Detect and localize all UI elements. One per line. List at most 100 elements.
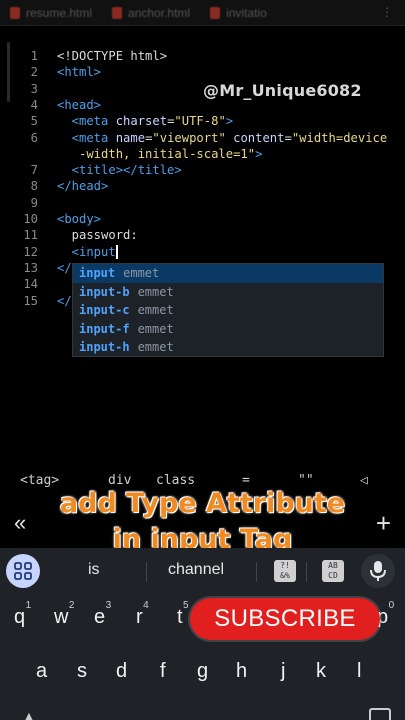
code-text: <meta name="viewport" content="width=dev… (57, 130, 388, 146)
code-token: > (225, 114, 234, 129)
autocomplete-item[interactable]: input-h emmet (73, 338, 383, 357)
autocomplete-item[interactable]: input-c emmet (73, 301, 383, 320)
text-style-icon[interactable]: AB CD (322, 560, 344, 582)
keyboard-suggestion-bar: is channel ?! &% AB CD (0, 548, 405, 594)
code-token: password: (57, 228, 138, 243)
suggestion-keyword: input-b (79, 284, 130, 299)
tab-label: resume.html (26, 5, 93, 20)
code-token: <head> (57, 97, 102, 112)
file-tab-bar: resume.html anchor.html invitatio ⋮ (0, 0, 405, 26)
shift-icon[interactable]: ▲ (22, 708, 36, 720)
line-number: 1 (30, 49, 38, 63)
autocomplete-item[interactable]: input-f emmet (73, 320, 383, 339)
suggestion-word[interactable]: is (88, 561, 100, 579)
backspace-icon[interactable] (369, 708, 391, 720)
line-number: 2 (30, 65, 38, 80)
code-token: <title></title> (57, 163, 182, 178)
code-token: -width, initial-scale=1" (57, 146, 256, 161)
symbols-sticker-icon[interactable]: ?! &% (274, 560, 296, 582)
code-token: <html> (57, 65, 102, 80)
code-text: </head> (57, 178, 108, 194)
code-token: = (284, 130, 292, 145)
tab-label: invitatio (226, 5, 267, 20)
line-number: 14 (23, 277, 38, 292)
key-h[interactable]: h (236, 660, 247, 683)
text-cursor (115, 245, 118, 260)
divider (306, 562, 307, 582)
microphone-icon[interactable] (361, 554, 395, 588)
divider (146, 562, 147, 582)
code-text: </ (57, 293, 72, 309)
code-token: <input (57, 244, 116, 259)
code-token: <meta (57, 114, 116, 129)
tab-label: anchor.html (128, 5, 191, 20)
divider (256, 562, 257, 582)
suggestion-keyword: input-h (79, 340, 130, 354)
scroll-indicator (7, 42, 10, 102)
code-token: <!DOCTYPE html> (57, 49, 168, 63)
key-e[interactable]: e3 (94, 600, 111, 629)
code-token: <meta (57, 130, 116, 145)
line-number: 11 (23, 228, 38, 243)
suggestion-kind: emmet (137, 321, 174, 336)
key-w[interactable]: w2 (54, 600, 74, 629)
line-number: 5 (30, 114, 38, 129)
suggestion-keyword: input-c (79, 303, 130, 317)
code-text: </ (57, 260, 72, 276)
line-number: 15 (23, 293, 38, 308)
collapse-left-icon[interactable]: « (14, 510, 26, 536)
key-r[interactable]: r4 (136, 600, 149, 629)
code-token: <body> (57, 212, 102, 226)
key-t[interactable]: t5 (177, 600, 189, 629)
code-text: <head> (57, 97, 101, 113)
tab-anchor[interactable]: anchor.html (102, 0, 200, 25)
code-text: <meta charset="UTF-8"> (57, 113, 233, 129)
apps-grid-icon[interactable] (6, 554, 40, 588)
code-token: name (115, 130, 146, 145)
key-g[interactable]: g (197, 660, 208, 683)
key-j[interactable]: j (281, 660, 285, 683)
line-number: 10 (23, 212, 38, 226)
subscribe-button[interactable]: SUBSCRIBE (190, 598, 380, 640)
code-text: <input (57, 244, 118, 260)
code-token: </head> (57, 179, 109, 194)
suggestion-kind: emmet (123, 266, 160, 280)
key-d[interactable]: d (116, 660, 127, 683)
line-number: 3 (30, 81, 38, 96)
code-text: password: (57, 227, 138, 243)
key-l[interactable]: l (357, 660, 361, 683)
key-q[interactable]: q1 (14, 600, 31, 629)
key-k[interactable]: k (316, 660, 326, 683)
channel-watermark: @Mr_Unique6082 (203, 81, 362, 100)
autocomplete-item[interactable]: input-b emmet (73, 283, 383, 302)
code-token: > (255, 146, 263, 161)
html-file-icon (10, 6, 20, 19)
tab-invitation[interactable]: invitatio (200, 0, 277, 25)
code-text: <title></title> (57, 162, 182, 178)
key-a[interactable]: a (36, 660, 47, 683)
tab-resume[interactable]: resume.html (0, 0, 102, 25)
key-s[interactable]: s (77, 660, 87, 683)
line-number: 7 (30, 163, 38, 178)
code-token: "viewport" (152, 130, 226, 145)
suggestion-word[interactable]: channel (168, 561, 224, 579)
code-token: "UTF-8" (174, 114, 226, 129)
code-text: <body> (57, 211, 101, 227)
line-number: 6 (30, 130, 38, 145)
key-f[interactable]: f (160, 660, 166, 683)
code-token: "width=device (291, 130, 388, 145)
html-file-icon (210, 6, 221, 19)
suggestion-kind: emmet (137, 284, 174, 299)
line-number: 13 (23, 260, 38, 275)
suggestion-kind: emmet (137, 303, 174, 317)
code-token: </ (57, 260, 72, 275)
more-tabs-icon[interactable]: ⋮ (381, 5, 393, 19)
line-number: 4 (30, 97, 38, 112)
suggestion-keyword: input-f (79, 321, 130, 336)
autocomplete-item[interactable]: input emmet (73, 264, 383, 283)
autocomplete-popup: input emmet input-b emmet input-c emmet input-… (72, 263, 384, 357)
code-token: </ (57, 293, 72, 308)
code-text: <!DOCTYPE html> (57, 48, 167, 64)
plus-icon[interactable]: + (376, 508, 391, 539)
code-text: -width, initial-scale=1"> (57, 146, 262, 162)
